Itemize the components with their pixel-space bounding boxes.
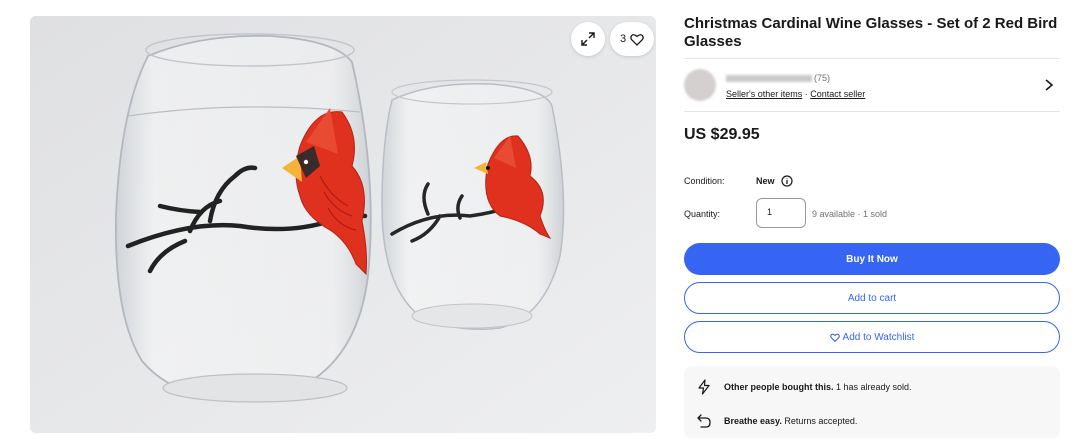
seller-name: (75) [726, 73, 830, 83]
seller-avatar [684, 69, 716, 101]
condition-label: Condition: [684, 176, 725, 186]
lightning-icon [698, 379, 710, 395]
product-image[interactable] [30, 16, 656, 433]
item-price: US $29.95 [684, 126, 760, 143]
seller-feedback-count: (75) [814, 73, 831, 83]
demand-bold: Other people bought this. [724, 382, 834, 392]
demand-text: Other people bought this. 1 has already … [724, 382, 912, 392]
listing-title: Christmas Cardinal Wine Glasses - Set of… [684, 15, 1058, 50]
returns-bold: Breathe easy. [724, 416, 782, 426]
expand-image-button[interactable] [571, 22, 605, 56]
availability-text: 9 available · 1 sold [812, 209, 888, 219]
buy-it-now-button[interactable]: Buy It Now [684, 243, 1060, 275]
info-icon[interactable] [780, 175, 793, 187]
heart-icon [630, 33, 644, 46]
returns-rest: Returns accepted. [781, 416, 858, 426]
watch-count-button[interactable]: 3 [610, 22, 654, 56]
condition-value: New [756, 175, 793, 187]
returns-text: Breathe easy. Returns accepted. [724, 416, 857, 426]
add-to-watchlist-button[interactable]: Add to Watchlist [684, 321, 1060, 353]
quantity-input[interactable]: 1 [756, 198, 806, 228]
watch-count: 3 [619, 33, 627, 45]
seller-card[interactable]: (75) Seller's other items · Contact sell… [684, 58, 1060, 112]
chevron-right-icon[interactable] [1044, 78, 1054, 92]
info-row-demand: Other people bought this. 1 has already … [696, 379, 912, 395]
contact-seller-link[interactable]: Contact seller [810, 89, 865, 99]
demand-rest: 1 has already sold. [833, 382, 912, 392]
add-to-cart-button[interactable]: Add to cart [684, 282, 1060, 314]
info-row-returns: Breathe easy. Returns accepted. [696, 413, 857, 429]
seller-other-items-link[interactable]: Seller's other items [726, 89, 802, 99]
seller-name-redacted [726, 74, 812, 82]
wine-glasses-illustration [30, 16, 656, 433]
watchlist-label: Add to Watchlist [842, 331, 915, 343]
condition-text: New [756, 176, 775, 186]
heart-icon [829, 333, 840, 342]
return-arrow-icon [697, 414, 711, 428]
expand-icon [581, 32, 595, 46]
info-panel: Other people bought this. 1 has already … [684, 366, 1060, 438]
seller-links: Seller's other items · Contact seller [726, 89, 865, 99]
quantity-label: Quantity: [684, 209, 721, 219]
